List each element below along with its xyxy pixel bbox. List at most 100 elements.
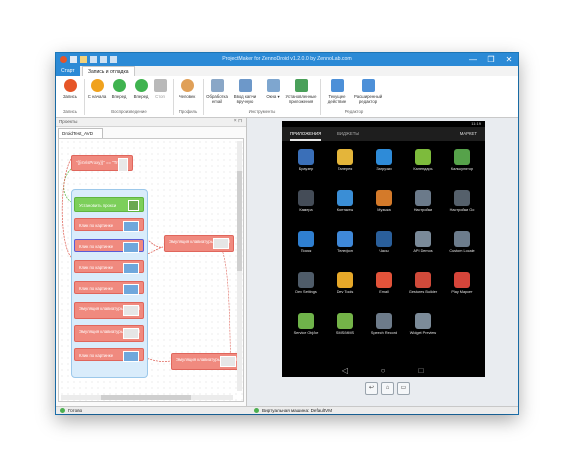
- app-launcher-item[interactable]: Custom Locale: [442, 229, 482, 263]
- group-label-record: Запись: [62, 109, 78, 114]
- maximize-button[interactable]: ❐: [482, 53, 500, 66]
- app-icon: [415, 272, 431, 288]
- play-icon: [112, 79, 126, 92]
- app-launcher-item[interactable]: Музыка: [364, 188, 404, 222]
- app-icon: [376, 272, 392, 288]
- device-menu-button[interactable]: ▭: [397, 382, 410, 395]
- app-label: Галерея: [337, 167, 353, 171]
- record-icon: [63, 79, 77, 92]
- set-proxy-node[interactable]: Установить прокси: [74, 197, 144, 212]
- app-launcher-item[interactable]: Телефон: [325, 229, 365, 263]
- phone-tab-apps[interactable]: ПРИЛОЖЕНИЯ: [290, 127, 322, 141]
- app-launcher-item[interactable]: Галерея: [325, 147, 365, 181]
- project-tab[interactable]: DroidTest_AVD: [58, 128, 103, 138]
- image-thumbnail-icon: [123, 242, 139, 253]
- app-icon: [454, 149, 470, 165]
- app-launcher-item[interactable]: Service Obj/ke: [286, 311, 326, 345]
- open-folder-icon[interactable]: [80, 56, 87, 63]
- undo-icon[interactable]: [100, 56, 107, 63]
- phone-tab-widgets[interactable]: ВИДЖЕТЫ: [337, 127, 359, 141]
- close-button[interactable]: ✕: [500, 53, 518, 66]
- app-label: Dev Tools: [336, 290, 354, 294]
- recents-nav-icon[interactable]: □: [416, 366, 426, 376]
- image-thumbnail-icon: [123, 221, 139, 232]
- app-icon: [376, 190, 392, 206]
- redo-icon[interactable]: [110, 56, 117, 63]
- app-launcher-item[interactable]: Play Маркет: [442, 270, 482, 304]
- click-image-node-selected[interactable]: Клик по картинке: [74, 239, 144, 253]
- app-launcher-item[interactable]: Widget Preview: [403, 311, 443, 345]
- play-forward-button[interactable]: Вперед: [108, 79, 130, 99]
- app-launcher-item[interactable]: Настройки: [403, 188, 443, 222]
- ribbon-separator: [203, 79, 204, 115]
- app-label: Камера: [299, 208, 313, 212]
- title-bar: ProjectMaker for ZennoDroid v1.2.0.0 by …: [56, 53, 518, 66]
- app-launcher-item[interactable]: Камера: [286, 188, 326, 222]
- save-icon[interactable]: [90, 56, 97, 63]
- project-canvas[interactable]: "{{isVisProxy}}" == "True" Установить пр…: [58, 138, 244, 402]
- windows-button[interactable]: Окна ▾: [262, 79, 284, 99]
- condition-node[interactable]: "{{isVisProxy}}" == "True": [71, 155, 133, 172]
- android-keyboard-node[interactable]: Эмуляция клавиатуры Android: [164, 235, 234, 252]
- click-image-node[interactable]: Клик по картинке: [74, 218, 144, 232]
- app-launcher-item[interactable]: Часы: [364, 229, 404, 263]
- app-launcher-item[interactable]: Калькулятор: [442, 147, 482, 181]
- app-label: Контакты: [336, 208, 354, 212]
- current-action-icon: [330, 79, 344, 92]
- current-action-button[interactable]: Текущее действие: [324, 79, 350, 104]
- device-home-button[interactable]: ⌂: [381, 382, 394, 395]
- app-launcher-item[interactable]: API Demos: [403, 229, 443, 263]
- app-launcher-item[interactable]: Gestures Builder: [403, 270, 443, 304]
- email-processing-button[interactable]: Обработка email: [206, 79, 228, 104]
- app-launcher-item[interactable]: Загрузки: [364, 147, 404, 181]
- app-launcher-item[interactable]: Браузер: [286, 147, 326, 181]
- app-icon: [337, 231, 353, 247]
- app-launcher-item[interactable]: Настройки Go: [442, 188, 482, 222]
- horizontal-scrollbar[interactable]: [61, 395, 233, 400]
- app-icon: [298, 313, 314, 329]
- emulator-panel: 11:19 ПРИЛОЖЕНИЯ ВИДЖЕТЫ МАРКЕТ Браузер Г…: [247, 118, 518, 406]
- click-image-node[interactable]: Клик по картинке: [74, 348, 144, 362]
- new-file-icon[interactable]: [70, 56, 77, 63]
- panel-close-icon[interactable]: × ⊓: [234, 118, 242, 124]
- vertical-scrollbar[interactable]: [237, 141, 242, 391]
- phone-tab-market[interactable]: МАРКЕТ: [460, 127, 477, 141]
- device-back-button[interactable]: ↩: [365, 382, 378, 395]
- keyboard-icon: [213, 238, 229, 249]
- scrollbar-thumb[interactable]: [237, 171, 242, 271]
- app-launcher-item[interactable]: Dev Tools: [325, 270, 365, 304]
- app-launcher-item[interactable]: Dev Settings: [286, 270, 326, 304]
- android-keyboard-node[interactable]: Эмуляция клавиатуры Android: [74, 302, 144, 319]
- app-label: Настройки: [413, 208, 433, 212]
- projects-panel-header: Проекты × ⊓: [56, 118, 246, 127]
- app-label: Gestures Builder: [408, 290, 438, 294]
- android-screen[interactable]: 11:19 ПРИЛОЖЕНИЯ ВИДЖЕТЫ МАРКЕТ Браузер Г…: [282, 121, 485, 377]
- stop-button[interactable]: Стоп: [149, 79, 171, 99]
- app-launcher-item[interactable]: SMS/MMS: [325, 311, 365, 345]
- captcha-input-button[interactable]: Ввод капчи вручную: [232, 79, 258, 104]
- group-label-profile: Профиль: [178, 109, 198, 114]
- home-nav-icon[interactable]: ○: [378, 366, 388, 376]
- app-launcher-item[interactable]: Календарь: [403, 147, 443, 181]
- restart-button[interactable]: С начала: [86, 79, 108, 99]
- record-button[interactable]: Запись: [59, 79, 81, 99]
- status-ok-icon: [60, 408, 65, 413]
- app-launcher-item[interactable]: Speech Record: [364, 311, 404, 345]
- tab-start[interactable]: Старт: [56, 66, 80, 76]
- back-nav-icon[interactable]: ◁: [340, 366, 350, 376]
- vm-status-text: Виртуальная машина: DefaultVM: [262, 408, 333, 413]
- click-image-node[interactable]: Клик по картинке: [74, 260, 144, 274]
- android-keyboard-node[interactable]: Эмуляция клавиатуры Android: [74, 325, 144, 342]
- click-image-node[interactable]: Клик по картинке: [74, 281, 144, 295]
- person-button[interactable]: Человек: [176, 79, 198, 99]
- app-icon: [298, 190, 314, 206]
- app-launcher-item[interactable]: Контакты: [325, 188, 365, 222]
- scrollbar-thumb[interactable]: [101, 395, 191, 400]
- installed-apps-button[interactable]: Установленные приложения: [285, 79, 317, 104]
- app-icon: [337, 272, 353, 288]
- android-keyboard-node[interactable]: Эмуляция клавиатуры Android: [171, 353, 241, 370]
- minimize-button[interactable]: —: [464, 53, 482, 66]
- advanced-editor-button[interactable]: Расширенный редактор: [354, 79, 382, 104]
- app-launcher-item[interactable]: Поиск: [286, 229, 326, 263]
- app-launcher-item[interactable]: Email: [364, 270, 404, 304]
